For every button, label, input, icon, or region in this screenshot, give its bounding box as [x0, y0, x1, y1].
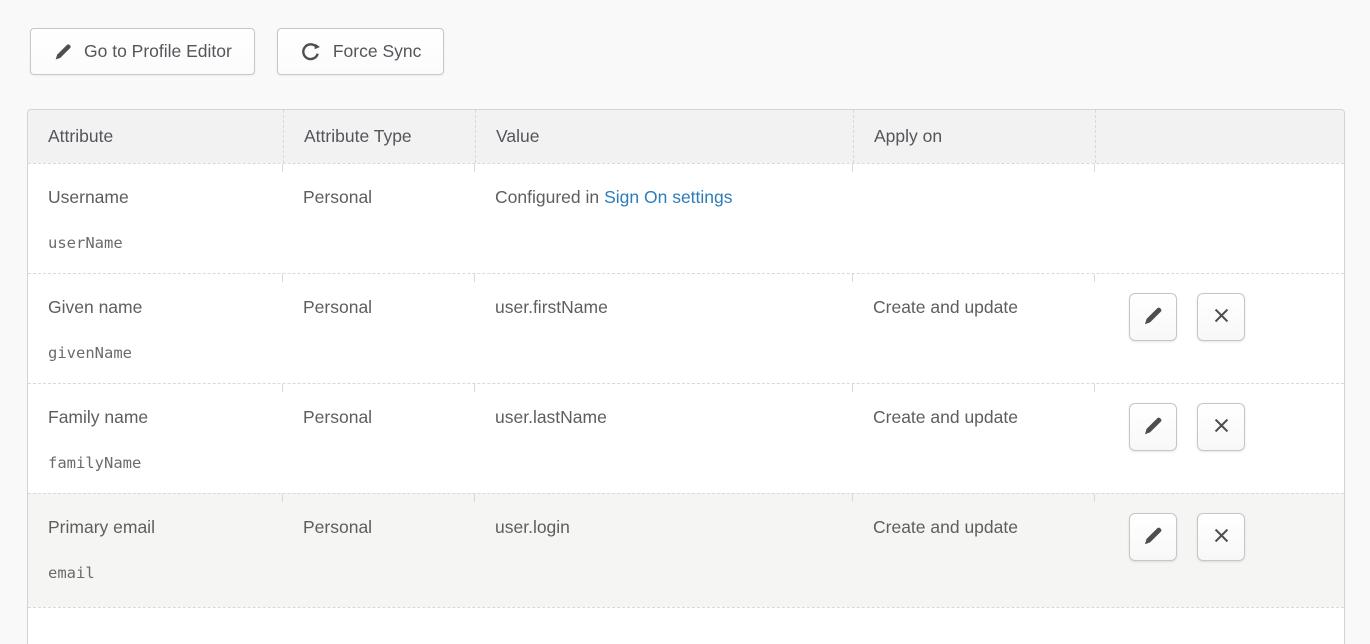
- delete-attribute-button[interactable]: [1197, 403, 1245, 451]
- edit-attribute-button[interactable]: [1129, 513, 1177, 561]
- go-to-profile-editor-label: Go to Profile Editor: [84, 41, 232, 62]
- actions-cell: [1095, 494, 1344, 607]
- attribute-code: givenName: [48, 342, 269, 364]
- apply-on-cell: Create and update: [853, 384, 1095, 493]
- value-cell: Configured inSign On settings: [475, 164, 853, 273]
- table-row-given-name: Given name givenName Personal user.first…: [28, 273, 1344, 383]
- close-icon: [1210, 414, 1233, 440]
- value-prefix: Configured in: [495, 187, 599, 207]
- go-to-profile-editor-button[interactable]: Go to Profile Editor: [30, 28, 255, 75]
- attribute-cell: Family name familyName: [28, 384, 283, 493]
- attribute-label: Username: [48, 186, 269, 208]
- table-row-username: Username userName Personal Configured in…: [28, 163, 1344, 273]
- column-header-value: Value: [475, 110, 853, 163]
- refresh-icon: [300, 41, 322, 63]
- attribute-label: Primary email: [48, 516, 269, 538]
- value-cell: user.firstName: [475, 274, 853, 383]
- sign-on-settings-link[interactable]: Sign On settings: [604, 187, 732, 207]
- actions-cell: [1095, 384, 1344, 493]
- column-header-attribute: Attribute: [28, 110, 283, 163]
- attribute-mappings-table: Attribute Attribute Type Value Apply on …: [27, 109, 1345, 644]
- attribute-label: Family name: [48, 406, 269, 428]
- force-sync-button[interactable]: Force Sync: [277, 28, 445, 75]
- attribute-cell: Primary email email: [28, 494, 283, 607]
- attribute-code: userName: [48, 232, 269, 254]
- attribute-type-cell: Personal: [283, 494, 475, 607]
- attribute-code: familyName: [48, 452, 269, 474]
- apply-on-cell: [853, 164, 1095, 273]
- pencil-icon: [53, 42, 73, 62]
- value-cell: user.login: [475, 494, 853, 607]
- pencil-icon: [1142, 525, 1164, 550]
- attribute-type-cell: Personal: [283, 274, 475, 383]
- delete-attribute-button[interactable]: [1197, 513, 1245, 561]
- edit-attribute-button[interactable]: [1129, 403, 1177, 451]
- close-icon: [1210, 304, 1233, 330]
- close-icon: [1210, 524, 1233, 550]
- attribute-code: email: [48, 562, 269, 584]
- actions-cell-empty: [1095, 164, 1344, 273]
- delete-attribute-button[interactable]: [1197, 293, 1245, 341]
- pencil-icon: [1142, 415, 1164, 440]
- pencil-icon: [1142, 305, 1164, 330]
- attribute-type-cell: Personal: [283, 164, 475, 273]
- table-row-family-name: Family name familyName Personal user.las…: [28, 383, 1344, 493]
- table-row-primary-email: Primary email email Personal user.login …: [28, 493, 1344, 607]
- attribute-type-cell: Personal: [283, 384, 475, 493]
- attribute-cell: Username userName: [28, 164, 283, 273]
- toolbar: Go to Profile Editor Force Sync: [30, 28, 444, 75]
- attribute-cell: Given name givenName: [28, 274, 283, 383]
- force-sync-label: Force Sync: [333, 41, 422, 62]
- apply-on-cell: Create and update: [853, 494, 1095, 607]
- column-header-apply-on: Apply on: [853, 110, 1095, 163]
- table-header: Attribute Attribute Type Value Apply on: [28, 110, 1344, 163]
- value-cell: user.lastName: [475, 384, 853, 493]
- attribute-label: Given name: [48, 296, 269, 318]
- apply-on-cell: Create and update: [853, 274, 1095, 383]
- edit-attribute-button[interactable]: [1129, 293, 1177, 341]
- column-header-actions: [1095, 110, 1344, 163]
- column-header-attribute-type: Attribute Type: [283, 110, 475, 163]
- table-row-partial: [28, 607, 1344, 644]
- actions-cell: [1095, 274, 1344, 383]
